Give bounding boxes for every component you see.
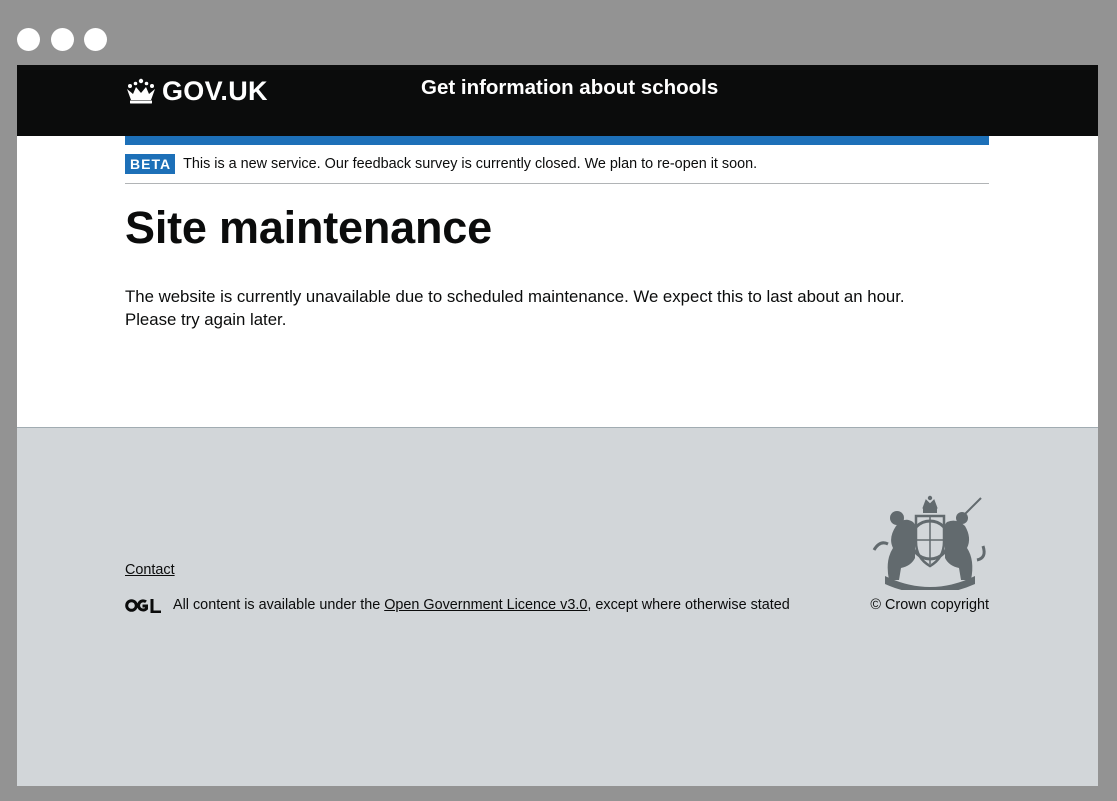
licence-suffix: , except where otherwise stated bbox=[587, 597, 790, 613]
browser-viewport: GOV.UK Get information about schools BET… bbox=[17, 65, 1098, 786]
crown-icon bbox=[127, 78, 155, 104]
ogl-logo-icon bbox=[125, 598, 161, 613]
footer-container: Contact All content is available under t… bbox=[125, 428, 989, 786]
page-title: Site maintenance bbox=[125, 202, 492, 253]
window-chrome bbox=[0, 0, 1117, 65]
phase-banner: BETA This is a new service. Our feedback… bbox=[125, 152, 989, 184]
govuk-logo-link[interactable]: GOV.UK bbox=[125, 75, 268, 107]
royal-coat-of-arms-icon bbox=[872, 495, 986, 590]
contact-link[interactable]: Contact bbox=[125, 562, 175, 578]
maintenance-message: The website is currently unavailable due… bbox=[125, 285, 925, 331]
service-name-link[interactable]: Get information about schools bbox=[421, 76, 718, 100]
open-government-licence-link[interactable]: Open Government Licence v3.0 bbox=[384, 597, 587, 613]
licence-row: All content is available under the Open … bbox=[125, 597, 790, 613]
licence-text: All content is available under the Open … bbox=[173, 597, 790, 613]
main-content: Site maintenance The website is currentl… bbox=[125, 203, 989, 331]
crown-copyright-link[interactable]: © Crown copyright bbox=[870, 597, 989, 613]
window-close-button[interactable] bbox=[17, 28, 40, 51]
maintenance-message-line-2: Please try again later. bbox=[125, 309, 287, 329]
licence-prefix: All content is available under the bbox=[173, 597, 385, 613]
maintenance-message-line-1: The website is currently unavailable due… bbox=[125, 286, 905, 306]
window-minimize-button[interactable] bbox=[51, 28, 74, 51]
site-footer: Contact All content is available under t… bbox=[17, 427, 1098, 786]
header-blue-bar bbox=[125, 136, 989, 145]
site-header: GOV.UK Get information about schools bbox=[17, 65, 1098, 136]
govuk-logo-text: GOV.UK bbox=[162, 75, 268, 106]
window-maximize-button[interactable] bbox=[84, 28, 107, 51]
phase-banner-text: This is a new service. Our feedback surv… bbox=[183, 156, 758, 172]
beta-tag: BETA bbox=[125, 154, 176, 174]
